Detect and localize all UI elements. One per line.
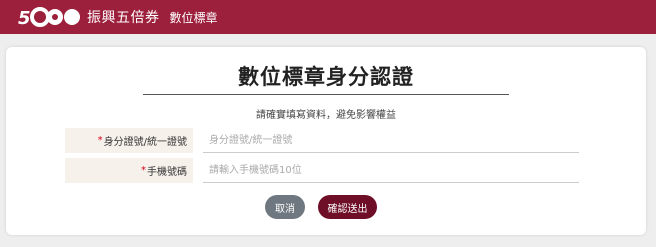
form-subtitle: 請確實填寫資料，避免影響權益 [256, 110, 396, 121]
logo[interactable]: 5 振興五倍券 [18, 0, 160, 34]
id-number-label-text: 身分證號/統一證號 [103, 137, 187, 148]
required-mark: * [141, 165, 146, 176]
required-mark: * [97, 135, 103, 146]
brand-name: 振興五倍券 [87, 10, 160, 26]
cancel-button[interactable]: 取消 [265, 195, 305, 219]
top-bar: 5 振興五倍券 數位標章 [0, 0, 656, 34]
id-number-input[interactable] [203, 128, 579, 153]
confirm-submit-button[interactable]: 確認送出 [318, 195, 377, 219]
logo-digit-five: 5 [18, 8, 31, 28]
auth-form-card: 數位標章身分認證 請確實填寫資料，避免影響權益 * 身分證號/統一證號 * 手機… [6, 47, 646, 235]
logo-5000-icon: 5 [18, 7, 80, 28]
phone-label: * 手機號碼 [65, 158, 193, 183]
phone-label-text: 手機號碼 [147, 167, 187, 178]
page-title: 數位標章身分認證 [238, 65, 414, 89]
title-divider [143, 94, 509, 95]
phone-input[interactable] [203, 158, 579, 183]
nav-title[interactable]: 數位標章 [170, 9, 218, 26]
id-number-label: * 身分證號/統一證號 [65, 128, 193, 153]
